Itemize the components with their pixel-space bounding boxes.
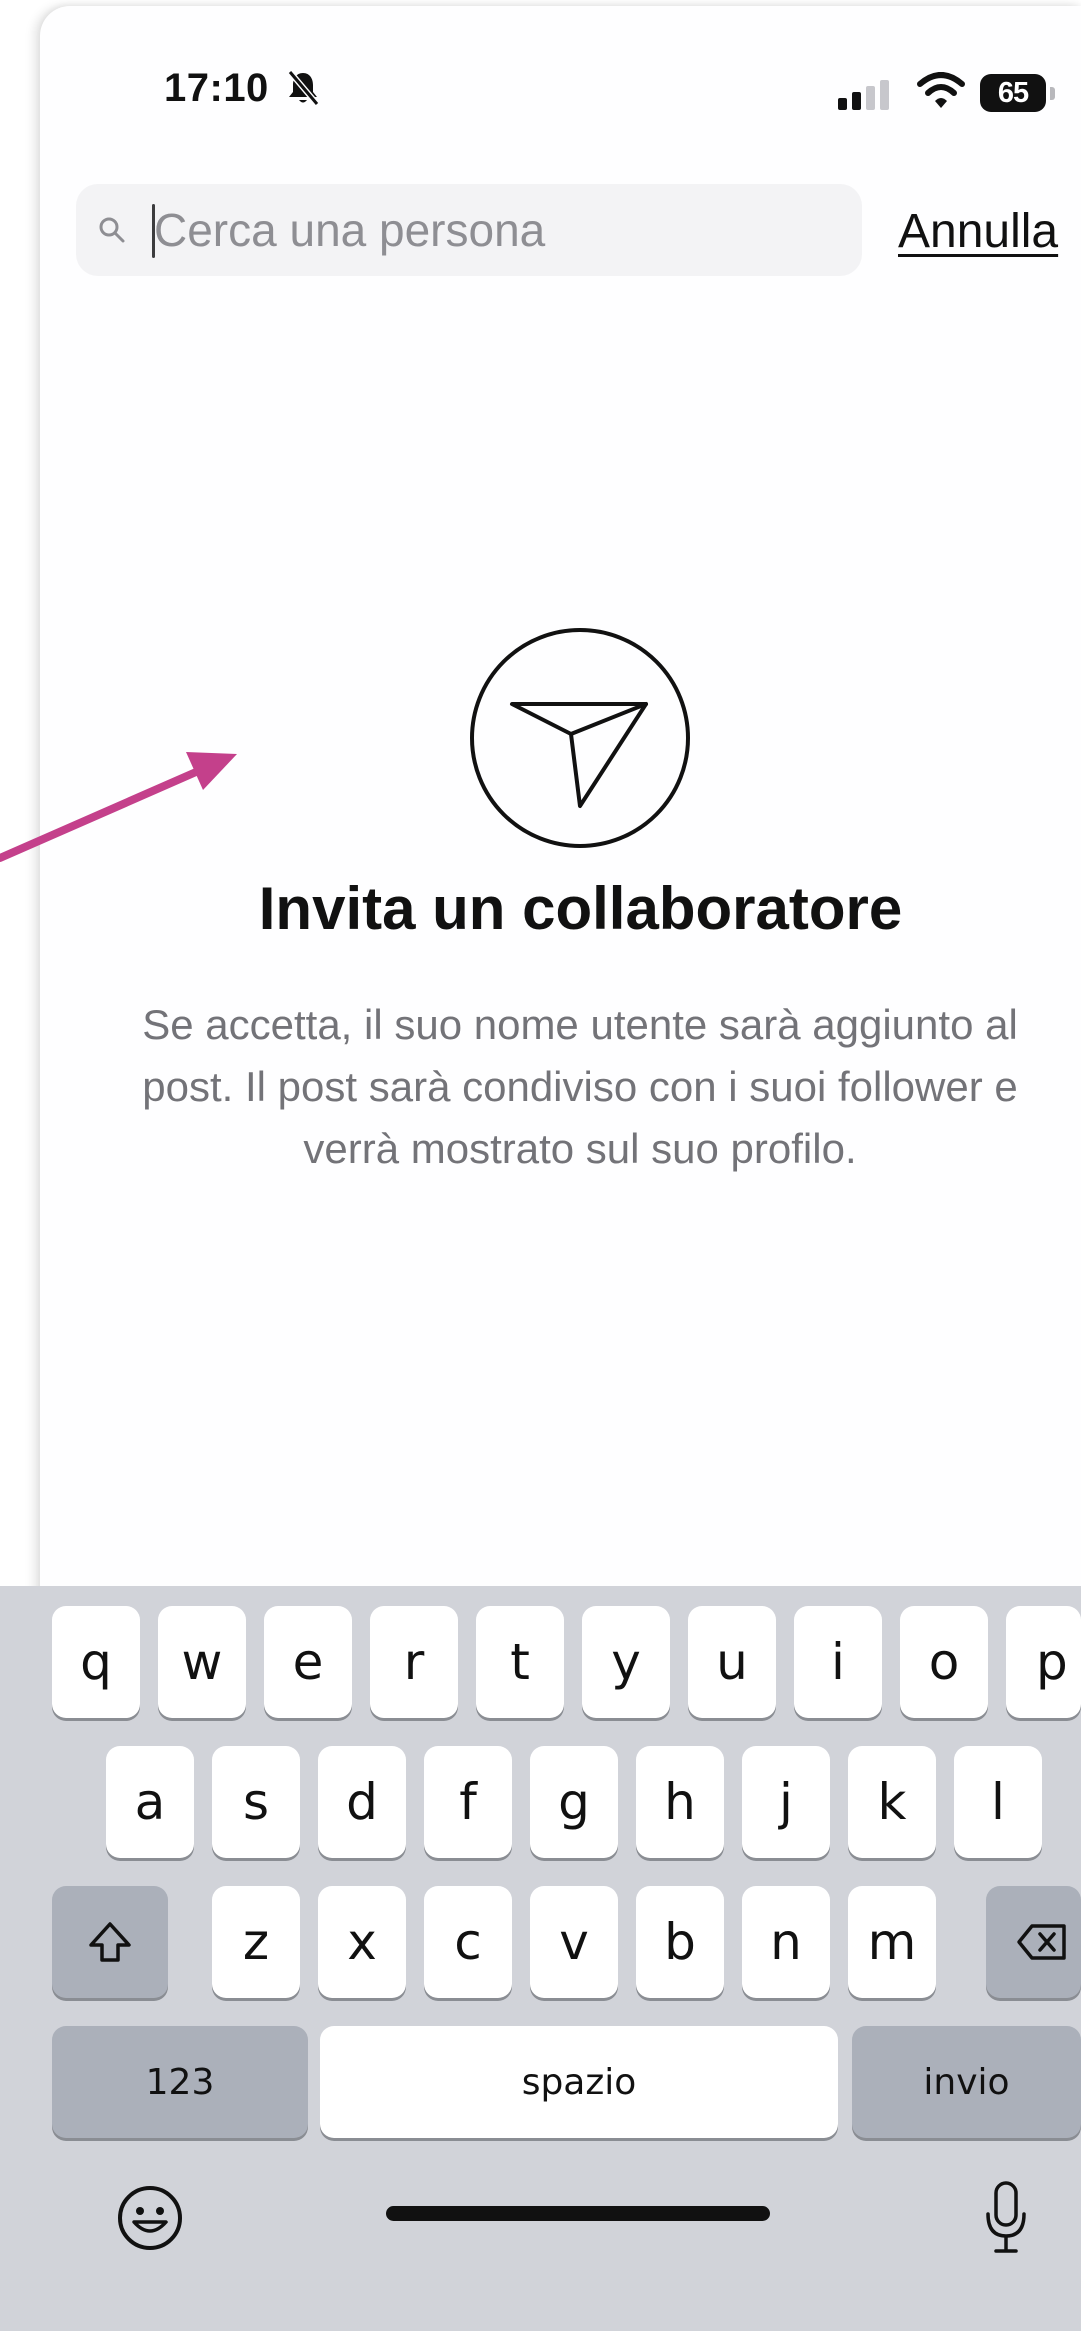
key-z[interactable]: z — [212, 1886, 300, 1998]
wifi-icon — [916, 72, 966, 115]
key-g[interactable]: g — [530, 1746, 618, 1858]
search-icon — [99, 217, 125, 243]
battery-cap — [1050, 87, 1055, 100]
key-t[interactable]: t — [476, 1606, 564, 1718]
numbers-key[interactable]: 123 — [52, 2026, 308, 2138]
key-h[interactable]: h — [636, 1746, 724, 1858]
key-p[interactable]: p — [1006, 1606, 1081, 1718]
key-b[interactable]: b — [636, 1886, 724, 1998]
empty-state-description: Se accetta, il suo nome utente sarà aggi… — [142, 1001, 1018, 1172]
home-indicator — [386, 2206, 770, 2221]
annotation-arrow — [0, 740, 260, 885]
key-j[interactable]: j — [742, 1746, 830, 1858]
return-key[interactable]: invio — [852, 2026, 1081, 2138]
screenshot-canvas: 17:10 65 Cerca una persona Annulla Invit… — [0, 0, 1081, 2331]
key-c[interactable]: c — [424, 1886, 512, 1998]
key-d[interactable]: d — [318, 1746, 406, 1858]
key-o[interactable]: o — [900, 1606, 988, 1718]
key-s[interactable]: s — [212, 1746, 300, 1858]
key-w[interactable]: w — [158, 1606, 246, 1718]
status-time: 17:10 — [164, 66, 269, 110]
search-field[interactable] — [76, 184, 862, 276]
key-v[interactable]: v — [530, 1886, 618, 1998]
key-u[interactable]: u — [688, 1606, 776, 1718]
key-n[interactable]: n — [742, 1886, 830, 1998]
backspace-key[interactable] — [986, 1886, 1081, 1998]
key-i[interactable]: i — [794, 1606, 882, 1718]
key-l[interactable]: l — [954, 1746, 1042, 1858]
cancel-button[interactable]: Annulla — [898, 204, 1058, 259]
key-e[interactable]: e — [264, 1606, 352, 1718]
paper-plane-icon — [468, 626, 692, 855]
space-key[interactable]: spazio — [320, 2026, 838, 2138]
backspace-icon — [1017, 1924, 1066, 1960]
key-k[interactable]: k — [848, 1746, 936, 1858]
key-a[interactable]: a — [106, 1746, 194, 1858]
key-q[interactable]: q — [52, 1606, 140, 1718]
key-y[interactable]: y — [582, 1606, 670, 1718]
battery-level: 65 — [980, 74, 1046, 112]
search-input[interactable] — [154, 184, 834, 276]
bell-muted-icon — [286, 70, 320, 111]
cellular-signal-icon — [838, 80, 894, 115]
emoji-icon[interactable] — [116, 2184, 184, 2257]
microphone-icon[interactable] — [984, 2180, 1028, 2261]
shift-icon — [89, 1922, 131, 1962]
key-r[interactable]: r — [370, 1606, 458, 1718]
key-x[interactable]: x — [318, 1886, 406, 1998]
key-m[interactable]: m — [848, 1886, 936, 1998]
shift-key[interactable] — [52, 1886, 168, 1998]
key-f[interactable]: f — [424, 1746, 512, 1858]
